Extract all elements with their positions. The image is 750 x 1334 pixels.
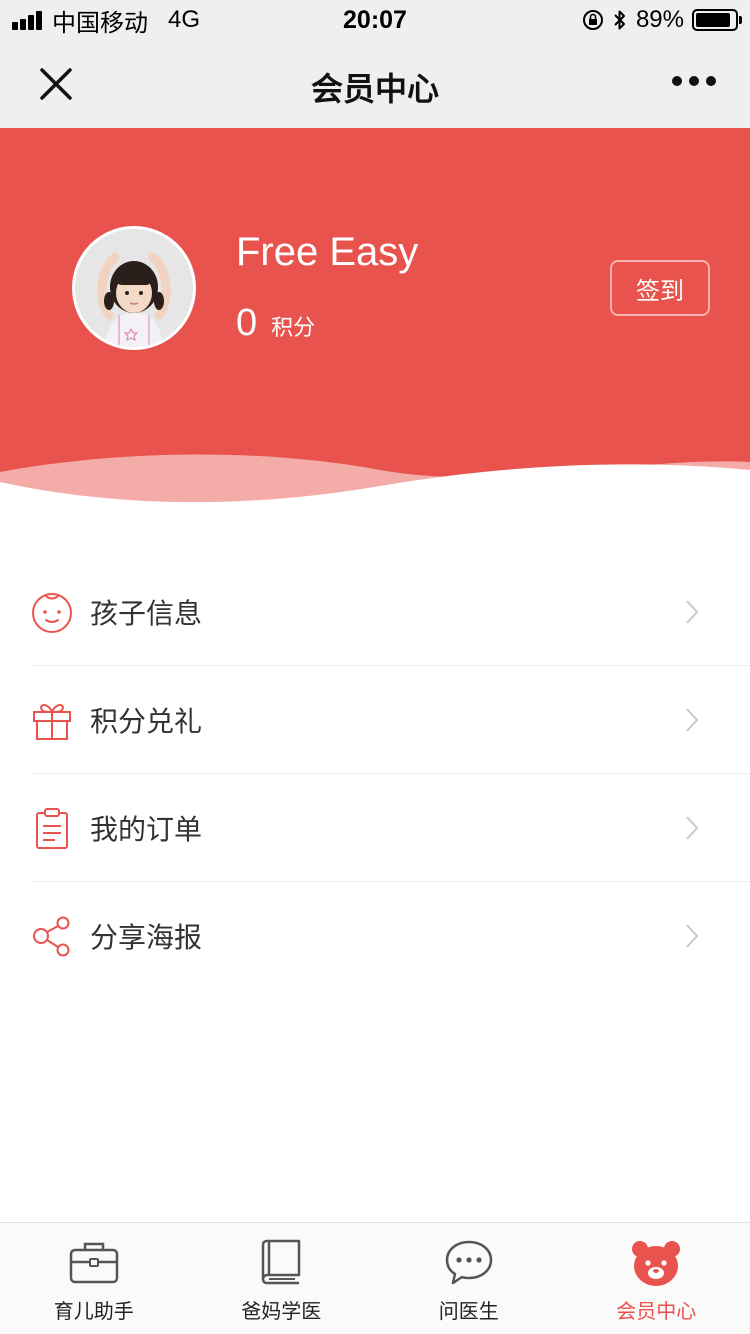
avatar[interactable] xyxy=(72,226,196,350)
more-icon[interactable] xyxy=(665,76,716,86)
menu-list: 孩子信息 积分兑礼 我的订单 分享海报 xyxy=(0,558,750,990)
menu-label-share-poster: 分享海报 xyxy=(90,922,203,953)
points-display: 0 积分 xyxy=(236,302,315,345)
page-title: 会员中心 xyxy=(310,71,439,107)
clipboard-icon xyxy=(36,808,68,849)
tab-label: 爸妈学医 xyxy=(241,1301,322,1323)
baby-face-icon xyxy=(32,593,72,633)
orientation-lock-icon xyxy=(582,10,603,30)
bluetooth-icon xyxy=(614,10,625,30)
profile-header: Free Easy 0 积分 签到 xyxy=(0,128,750,508)
menu-item-my-orders[interactable]: 我的订单 xyxy=(0,774,750,882)
menu-label-my-orders: 我的订单 xyxy=(90,814,203,845)
status-bar-right: 89% xyxy=(582,6,742,34)
tab-member-center[interactable]: 会员中心 xyxy=(563,1223,750,1334)
header-wave xyxy=(0,454,750,508)
points-value: 0 xyxy=(236,302,258,344)
menu-item-child-info[interactable]: 孩子信息 xyxy=(0,558,750,666)
tab-parents-learn-medicine[interactable]: 爸妈学医 xyxy=(188,1223,376,1334)
tab-bar: 育儿助手 爸妈学医 问医生 会员中心 xyxy=(0,1222,750,1334)
chevron-right-icon xyxy=(686,600,699,624)
menu-item-share-poster[interactable]: 分享海报 xyxy=(0,882,750,990)
tab-label: 育儿助手 xyxy=(53,1301,134,1323)
points-unit: 积分 xyxy=(271,315,316,340)
chat-icon xyxy=(445,1240,492,1285)
battery-fill xyxy=(696,13,730,27)
checkin-button[interactable]: 签到 xyxy=(610,260,710,316)
bear-icon xyxy=(632,1241,681,1286)
tab-ask-doctor[interactable]: 问医生 xyxy=(375,1223,563,1334)
tab-parenting-assistant[interactable]: 育儿助手 xyxy=(0,1223,188,1334)
nav-bar: 会员中心 xyxy=(0,40,750,128)
menu-label-points-gifts: 积分兑礼 xyxy=(90,706,203,737)
chevron-right-icon xyxy=(686,924,699,948)
chevron-right-icon xyxy=(686,816,699,840)
menu-item-points-gifts[interactable]: 积分兑礼 xyxy=(0,666,750,774)
username: Free Easy xyxy=(236,230,419,274)
menu-label-child-info: 孩子信息 xyxy=(90,598,203,629)
battery-icon xyxy=(692,9,742,31)
tab-label: 会员中心 xyxy=(616,1301,697,1323)
briefcase-icon xyxy=(69,1242,118,1284)
book-icon xyxy=(262,1239,301,1285)
battery-percent: 89% xyxy=(635,6,684,33)
tab-label: 问医生 xyxy=(438,1301,499,1323)
share-icon xyxy=(33,916,70,957)
gift-icon xyxy=(33,704,71,740)
status-bar: 中国移动 4G 20:07 89% xyxy=(0,0,750,40)
chevron-right-icon xyxy=(686,708,699,732)
